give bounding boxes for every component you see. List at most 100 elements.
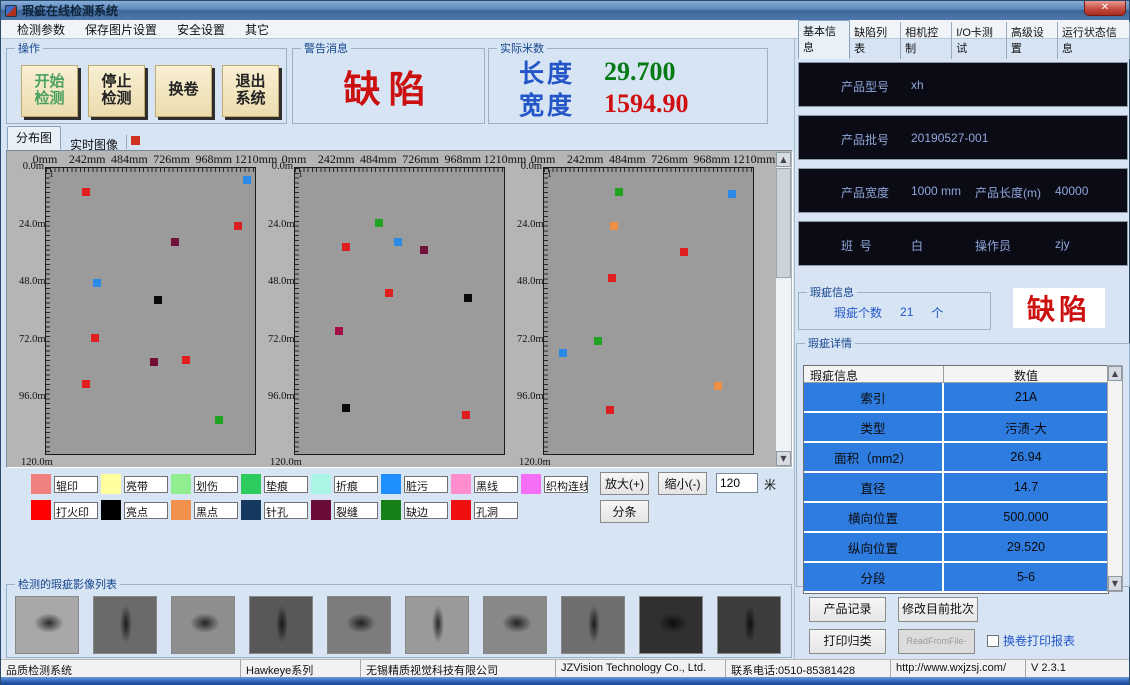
legend-item: 脏污 [381, 471, 451, 497]
table-row[interactable]: 类型污渍-大 [804, 413, 1108, 443]
exit-system-button[interactable]: 退出 系统 [222, 65, 279, 117]
defect-thumbnail[interactable] [93, 596, 157, 654]
legend-color-swatch [521, 474, 541, 494]
field-label: 产品宽度 [841, 184, 889, 201]
product-info-row: 班 号白操作员zjy [798, 221, 1128, 266]
x-axis-tick-label: 968mm [693, 152, 730, 167]
read-from-file-button[interactable]: ReadFromFile-SIM [898, 629, 975, 654]
field-label: 操作员 [975, 237, 1011, 254]
zoom-out-button[interactable]: 缩小(-) [658, 472, 707, 495]
product-info-row: 产品批号20190527-001 [798, 115, 1128, 160]
defect-point [342, 404, 350, 412]
table-scroll-up-icon[interactable]: ▲ [1108, 366, 1122, 381]
defect-point [171, 238, 179, 246]
chart-scrollbar[interactable]: ▲ ▼ [776, 152, 791, 466]
status-segment: JZVision Technology Co., Ltd. [556, 660, 726, 677]
defect-type-legend: 辊印亮带划伤垫痕折痕脏污黑线织构连线打火印亮点黑点针孔裂缝缺边孔洞 [31, 471, 591, 523]
tab-info-2[interactable]: 相机控制 [901, 22, 952, 59]
tab-basic-info[interactable]: 基本信息 [798, 20, 850, 59]
table-row[interactable]: 索引21A [804, 383, 1108, 413]
print-classify-button[interactable]: 打印归类 [809, 629, 886, 654]
defect-thumbnail[interactable] [717, 596, 781, 654]
x-axis-tick-label: 968mm [444, 152, 481, 167]
defect-thumbnail[interactable] [327, 596, 391, 654]
scroll-up-icon[interactable]: ▲ [776, 152, 791, 167]
legend-label: 打火印 [54, 502, 98, 519]
change-roll-button[interactable]: 换卷 [155, 65, 212, 117]
field-label: 班 号 [841, 237, 872, 254]
warning-message: 缺陷 [293, 56, 484, 116]
app-window: 瑕疵在线检测系统 ✕ 检测参数保存图片设置安全设置其它 操作 开始 检测停止 检… [0, 0, 1130, 685]
roll-print-checkbox[interactable] [987, 635, 999, 647]
legend-item: 亮带 [101, 471, 171, 497]
legend-label: 黑点 [194, 502, 238, 519]
zoom-in-button[interactable]: 放大(+) [600, 472, 649, 495]
product-info-row: 产品宽度1000 mm产品长度(m)40000 [798, 168, 1128, 213]
scroll-down-icon[interactable]: ▼ [776, 451, 791, 466]
defect-point [182, 356, 190, 364]
defect-thumbnail[interactable] [405, 596, 469, 654]
table-row[interactable]: 直径14.7 [804, 473, 1108, 503]
chart-plot-area[interactable]: 1 [45, 167, 256, 455]
tab-live-image[interactable]: 实时图像 [61, 134, 127, 150]
x-axis-tick-label: 726mm [402, 152, 439, 167]
tab-info-1[interactable]: 缺陷列表 [850, 22, 901, 59]
defect-point [594, 337, 602, 345]
defect-point [375, 219, 383, 227]
row-value: 14.7 [944, 473, 1108, 501]
defect-thumbnail[interactable] [639, 596, 703, 654]
y-axis-tick-label: 120.0m [270, 457, 310, 468]
table-row[interactable]: 纵向位置29.520 [804, 533, 1108, 563]
menu-item[interactable]: 安全设置 [167, 20, 235, 39]
meters-input[interactable] [716, 473, 758, 493]
defect-thumbnail[interactable] [171, 596, 235, 654]
length-value: 29.700 [604, 57, 676, 87]
table-header-info: 瑕疵信息 [804, 366, 944, 382]
meters-unit-label: 米 [764, 476, 776, 493]
defect-count-unit: 个 [931, 304, 943, 321]
close-icon[interactable]: ✕ [1084, 1, 1126, 16]
warning-title: 警告消息 [301, 40, 351, 56]
row-value: 29.520 [944, 533, 1108, 561]
chart-plot-area[interactable]: 1 [294, 167, 505, 455]
defect-thumbnail[interactable] [483, 596, 547, 654]
menu-item[interactable]: 保存图片设置 [75, 20, 167, 39]
menu-item[interactable]: 其它 [235, 20, 279, 39]
legend-label: 辊印 [54, 476, 98, 493]
product-record-button[interactable]: 产品记录 [809, 597, 886, 622]
tab-info-3[interactable]: I/O卡测试 [952, 22, 1007, 59]
x-axis-tick-label: 242mm [69, 152, 106, 167]
stop-detect-button[interactable]: 停止 检测 [88, 65, 145, 117]
status-segment: 品质检测系统 [1, 660, 241, 677]
tab-info-5[interactable]: 运行状态信息 [1058, 22, 1130, 59]
legend-color-swatch [451, 500, 471, 520]
defect-thumbnail[interactable] [249, 596, 313, 654]
defect-thumbnail[interactable] [561, 596, 625, 654]
tab-info-4[interactable]: 高级设置 [1007, 22, 1058, 59]
defect-detail-groupbox: 瑕疵详情 瑕疵信息 数值 索引21A类型污渍-大面积（mm2）26.94直径14… [796, 335, 1130, 587]
menu-item[interactable]: 检测参数 [7, 20, 75, 39]
table-scrollbar[interactable]: ▲ ▼ [1107, 365, 1123, 592]
y-axis-tick-label: 96.0m [268, 391, 293, 402]
start-detect-button[interactable]: 开始 检测 [21, 65, 78, 117]
table-row[interactable]: 横向位置500.000 [804, 503, 1108, 533]
defect-thumbnail[interactable] [15, 596, 79, 654]
x-axis-tick-label: 242mm [567, 152, 604, 167]
table-row[interactable]: 分段5-6 [804, 563, 1108, 593]
legend-label: 针孔 [264, 502, 308, 519]
modify-batch-button[interactable]: 修改目前批次 [898, 597, 978, 622]
legend-color-swatch [241, 474, 261, 494]
roll-print-checkbox-label: 换卷打印报表 [1003, 632, 1075, 649]
row-label: 横向位置 [804, 503, 944, 531]
legend-label: 垫痕 [264, 476, 308, 493]
table-row[interactable]: 面积（mm2）26.94 [804, 443, 1108, 473]
chart-plot-area[interactable]: 1 [543, 167, 754, 455]
plot-index-label: 1 [49, 169, 54, 180]
status-segment: 无锡精质视觉科技有限公司 [361, 660, 556, 677]
defect-point [608, 274, 616, 282]
split-button[interactable]: 分条 [600, 500, 649, 523]
tab-distribution[interactable]: 分布图 [7, 126, 61, 150]
table-scroll-down-icon[interactable]: ▼ [1108, 576, 1122, 591]
scrollbar-thumb[interactable] [776, 168, 791, 278]
x-axis-ticks [46, 168, 255, 172]
